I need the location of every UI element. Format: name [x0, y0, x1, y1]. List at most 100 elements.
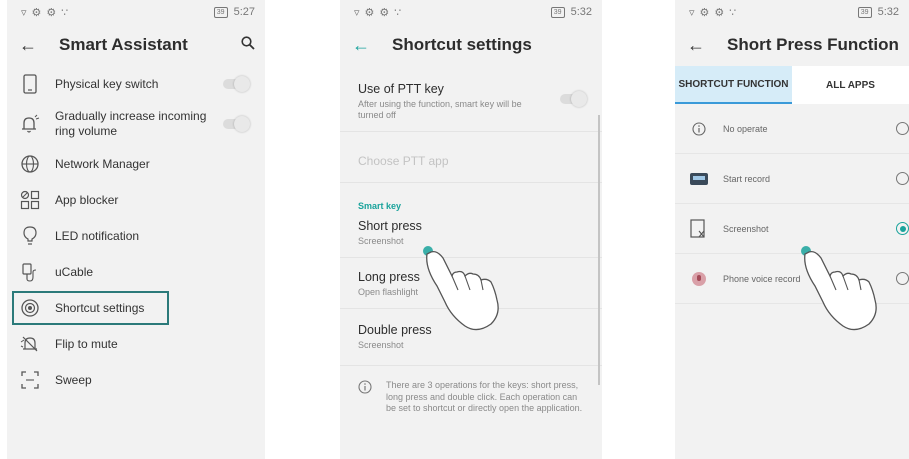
settings-status-icon: ⚙ [364, 6, 375, 19]
app-grid-block-icon [19, 189, 41, 211]
phone-outline-icon [19, 73, 41, 95]
list-item-label: Gradually increase incoming ring volume [55, 109, 207, 138]
status-icons: ▿ ⚙ ⚙ ∵ [21, 6, 68, 19]
long-press-setting[interactable]: Long press Open flashlight [340, 258, 602, 309]
status-bar: ▿ ⚙ ⚙ ∵ 39 5:27 [7, 0, 265, 24]
smart-assistant-screen: ▿ ⚙ ⚙ ∵ 39 5:27 ← Smart Assistant Physic… [7, 0, 265, 459]
short-press-function-screen: ▿ ⚙ ⚙ ∵ 39 5:32 ← Short Press Function S… [675, 0, 909, 459]
ring-volume-toggle[interactable] [223, 116, 250, 132]
bulb-icon [19, 225, 41, 247]
info-note: There are 3 operations for the keys: sho… [340, 366, 602, 429]
physical-key-toggle[interactable] [223, 76, 250, 92]
settings-list: Physical key switch Gradually increase i… [7, 66, 265, 398]
ptt-title: Use of PTT key [358, 82, 444, 96]
list-item-sweep[interactable]: Sweep [7, 362, 265, 398]
option-start-record[interactable]: Start record [675, 154, 909, 204]
list-item-led-notification[interactable]: LED notification [7, 218, 265, 254]
radio-start-record[interactable] [896, 172, 909, 185]
voice-record-icon [689, 271, 709, 287]
radio-phone-voice-record[interactable] [896, 272, 909, 285]
search-icon[interactable] [241, 35, 255, 55]
list-item-label: uCable [55, 264, 94, 279]
app-bar: ← Smart Assistant [7, 24, 265, 66]
list-item-shortcut-settings[interactable]: Shortcut settings [11, 290, 170, 326]
target-icon [19, 297, 41, 319]
list-item-label: Flip to mute [55, 336, 118, 351]
option-phone-voice-record[interactable]: Phone voice record [675, 254, 909, 304]
status-icons: ▿ ⚙ ⚙ ∵ [354, 6, 401, 19]
app-bar: ← Shortcut settings [340, 24, 602, 66]
signal-icon: ∵ [729, 6, 737, 19]
ptt-key-setting[interactable]: Use of PTT key After using the function,… [340, 72, 602, 132]
status-bar: ▿ ⚙ ⚙ ∵ 39 5:32 [675, 0, 909, 24]
settings-status-icon: ⚙ [699, 6, 710, 19]
sync-status-icon: ⚙ [46, 6, 57, 19]
option-label: Screenshot [723, 223, 769, 234]
status-time: 5:32 [877, 6, 899, 18]
option-label: Phone voice record [723, 273, 801, 284]
long-press-value: Open flashlight [358, 287, 419, 297]
ptt-subtitle: After using the function, smart key will… [358, 99, 522, 120]
page-title: Shortcut settings [392, 35, 532, 54]
recorder-icon [689, 172, 709, 186]
globe-icon [19, 153, 41, 175]
status-bar: ▿ ⚙ ⚙ ∵ 39 5:32 [340, 0, 602, 24]
option-label: No operate [723, 123, 768, 134]
status-icons: ▿ ⚙ ⚙ ∵ [689, 6, 736, 19]
settings-status-icon: ⚙ [31, 6, 42, 19]
function-options-list: No operate Start record Screenshot Phone… [675, 104, 909, 304]
battery-icon: 39 [213, 6, 228, 18]
signal-icon: ∵ [394, 6, 402, 19]
list-item-network-manager[interactable]: Network Manager [7, 146, 265, 182]
battery-icon: 39 [550, 6, 565, 18]
choose-ptt-app: Choose PTT app [340, 132, 602, 183]
tab-bar: SHORTCUT FUNCTION ALL APPS [675, 66, 909, 104]
signal-icon: ∵ [61, 6, 69, 19]
scrollbar[interactable] [598, 115, 600, 385]
battery-icon: 39 [857, 6, 872, 18]
status-time: 5:32 [570, 6, 592, 18]
wifi-icon: ▿ [689, 6, 695, 19]
app-bar: ← Short Press Function [675, 24, 909, 66]
screenshot-icon [689, 218, 709, 239]
wifi-icon: ▿ [354, 6, 360, 19]
option-screenshot[interactable]: Screenshot [675, 204, 909, 254]
section-header-smart-key: Smart key [358, 201, 402, 211]
list-item-app-blocker[interactable]: App blocker [7, 182, 265, 218]
double-press-title: Double press [358, 323, 432, 337]
double-press-value: Screenshot [358, 340, 404, 350]
list-item-label: Physical key switch [55, 76, 159, 91]
page-title: Smart Assistant [59, 35, 188, 54]
list-item-flip-to-mute[interactable]: Flip to mute [7, 326, 265, 362]
list-item-gradual-ring-volume[interactable]: Gradually increase incoming ring volume [7, 102, 265, 146]
back-arrow-icon[interactable]: ← [352, 35, 376, 56]
list-item-label: Sweep [55, 372, 92, 387]
bell-volume-icon [19, 113, 41, 135]
short-press-title: Short press [358, 219, 422, 233]
back-arrow-icon[interactable]: ← [687, 35, 711, 56]
radio-no-operate[interactable] [896, 122, 909, 135]
info-icon [358, 380, 386, 415]
list-item-label: App blocker [55, 192, 119, 207]
ptt-toggle[interactable] [560, 91, 587, 107]
list-item-ucable[interactable]: uCable [7, 254, 265, 290]
list-item-label: Shortcut settings [55, 300, 145, 315]
list-item-physical-key-switch[interactable]: Physical key switch [7, 66, 265, 102]
back-arrow-icon[interactable]: ← [19, 35, 43, 56]
short-press-value: Screenshot [358, 236, 404, 246]
double-press-setting[interactable]: Double press Screenshot [340, 309, 602, 366]
info-icon [689, 121, 709, 136]
sync-status-icon: ⚙ [714, 6, 725, 19]
bell-off-icon [19, 333, 41, 355]
list-item-label: LED notification [55, 228, 140, 243]
option-label: Start record [723, 173, 771, 184]
status-time: 5:27 [233, 6, 255, 18]
long-press-title: Long press [358, 270, 420, 284]
tab-shortcut-function[interactable]: SHORTCUT FUNCTION [675, 66, 792, 104]
radio-screenshot[interactable] [896, 222, 909, 235]
tab-all-apps[interactable]: ALL APPS [792, 66, 909, 104]
option-no-operate[interactable]: No operate [675, 104, 909, 154]
scan-frame-icon [19, 369, 41, 391]
list-item-label: Network Manager [55, 156, 150, 171]
short-press-setting[interactable]: Short press Screenshot [340, 215, 602, 258]
